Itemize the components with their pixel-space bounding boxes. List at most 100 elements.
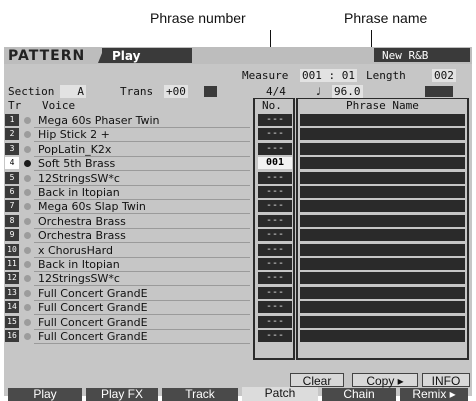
row-divider [34, 242, 250, 243]
trans-value[interactable]: +00 [164, 85, 188, 98]
phrase-number-cell[interactable]: --- [258, 143, 292, 155]
col-number-header: No. [262, 99, 282, 112]
tab-play-fx[interactable]: Play FX [86, 388, 158, 401]
tab-play[interactable]: Play [8, 388, 82, 401]
track-number[interactable]: 1 [5, 114, 19, 126]
voice-name[interactable]: Full Concert GrandE [38, 287, 148, 300]
phrase-number-cell[interactable]: --- [258, 215, 292, 227]
voice-name[interactable]: Back in Itopian [38, 186, 120, 199]
voice-name[interactable]: PopLatin_K2x [38, 143, 111, 156]
phrase-name-cell[interactable] [300, 229, 465, 241]
section-value[interactable]: A [60, 85, 86, 98]
track-number[interactable]: 5 [5, 172, 19, 184]
row-divider [34, 213, 250, 214]
voice-name[interactable]: Mega 60s Phaser Twin [38, 114, 160, 127]
phrase-name-cell[interactable] [300, 258, 465, 270]
phrase-number-cell[interactable]: --- [258, 287, 292, 299]
phrase-number-cell[interactable]: --- [258, 330, 292, 342]
track-status-icon [24, 319, 31, 326]
track-status-icon [24, 333, 31, 340]
info-button[interactable]: INFO [422, 373, 470, 388]
phrase-name-cell[interactable] [300, 128, 465, 140]
phrase-name-cell[interactable] [300, 301, 465, 313]
row-divider [34, 343, 250, 344]
track-number[interactable]: 8 [5, 215, 19, 227]
phrase-name-cell[interactable] [300, 244, 465, 256]
copy-button[interactable]: Copy ▸ [352, 373, 418, 388]
track-number[interactable]: 16 [5, 330, 19, 342]
phrase-number-cell[interactable]: --- [258, 200, 292, 212]
length-value[interactable]: 002 [432, 69, 456, 82]
track-number[interactable]: 3 [5, 143, 19, 155]
number-column-frame-top [253, 98, 295, 99]
phrase-number-cell[interactable]: --- [258, 258, 292, 270]
phrase-number-cell[interactable]: --- [258, 172, 292, 184]
voice-name[interactable]: Hip Stick 2 + [38, 128, 110, 141]
track-status-icon [24, 203, 31, 210]
lcd-screen: PATTERN Play New R&B Measure 001 : 01 Le… [4, 47, 472, 401]
tab-chain[interactable]: Chain [322, 388, 396, 401]
number-column-frame-left [253, 98, 255, 360]
track-number[interactable]: 7 [5, 200, 19, 212]
phrase-number-cell[interactable]: --- [258, 301, 292, 313]
mode-title: PATTERN [8, 48, 86, 64]
col-phrase-name-header: Phrase Name [346, 99, 419, 112]
phrase-number-cell[interactable]: --- [258, 272, 292, 284]
col-track-header: Tr [8, 99, 22, 112]
track-number[interactable]: 12 [5, 272, 19, 284]
phrase-name-cell[interactable] [300, 157, 465, 169]
voice-name[interactable]: Orchestra Brass [38, 229, 126, 242]
track-number[interactable]: 4 [5, 157, 19, 169]
track-number[interactable]: 13 [5, 287, 19, 299]
voice-name[interactable]: 12StringsSW*c [38, 272, 120, 285]
track-number[interactable]: 6 [5, 186, 19, 198]
phrase-number-cell[interactable]: --- [258, 114, 292, 126]
voice-name[interactable]: x ChorusHard [38, 244, 113, 257]
phrase-name-cell[interactable] [300, 287, 465, 299]
phrase-number-cell[interactable]: --- [258, 244, 292, 256]
phrase-number-cell[interactable]: --- [258, 186, 292, 198]
voice-name[interactable]: Full Concert GrandE [38, 301, 148, 314]
number-column-frame-right [293, 98, 295, 360]
phrase-number-cell[interactable]: --- [258, 229, 292, 241]
voice-name[interactable]: Full Concert GrandE [38, 330, 148, 343]
clear-button[interactable]: Clear [290, 373, 344, 388]
meter-value[interactable]: 4/4 [266, 85, 286, 98]
phrase-number-cell[interactable]: 001 [258, 157, 292, 169]
phrase-name-cell[interactable] [300, 316, 465, 328]
track-number[interactable]: 9 [5, 229, 19, 241]
phrase-name-cell[interactable] [300, 186, 465, 198]
row-divider [34, 314, 250, 315]
track-number[interactable]: 11 [5, 258, 19, 270]
voice-name[interactable]: Soft 5th Brass [38, 157, 115, 170]
phrase-name-cell[interactable] [300, 200, 465, 212]
track-status-icon [24, 117, 31, 124]
measure-value[interactable]: 001 : 01 [300, 69, 357, 82]
track-number[interactable]: 2 [5, 128, 19, 140]
phrase-name-cell[interactable] [300, 114, 465, 126]
voice-name[interactable]: Back in Itopian [38, 258, 120, 271]
track-number[interactable]: 10 [5, 244, 19, 256]
tab-track[interactable]: Track [162, 388, 238, 401]
phrase-number-cell[interactable]: --- [258, 128, 292, 140]
track-status-icon [24, 189, 31, 196]
voice-name[interactable]: Full Concert GrandE [38, 316, 148, 329]
voice-name[interactable]: Mega 60s Slap Twin [38, 200, 146, 213]
phrase-number-cell[interactable]: --- [258, 316, 292, 328]
tab-patch[interactable]: Patch [242, 387, 318, 401]
phrase-name-cell[interactable] [300, 272, 465, 284]
track-status-icon [24, 261, 31, 268]
measure-label: Measure [242, 69, 289, 82]
track-status-icon [24, 247, 31, 254]
phrase-name-cell[interactable] [300, 330, 465, 342]
phrase-name-cell[interactable] [300, 172, 465, 184]
phrase-name-cell[interactable] [300, 143, 465, 155]
voice-name[interactable]: Orchestra Brass [38, 215, 126, 228]
tempo-value[interactable]: 96.0 [332, 85, 363, 98]
tab-remix[interactable]: Remix ▸ [400, 388, 468, 401]
track-number[interactable]: 14 [5, 301, 19, 313]
voice-name[interactable]: 12StringsSW*c [38, 172, 120, 185]
track-status-icon [24, 160, 31, 167]
phrase-name-cell[interactable] [300, 215, 465, 227]
track-number[interactable]: 15 [5, 316, 19, 328]
